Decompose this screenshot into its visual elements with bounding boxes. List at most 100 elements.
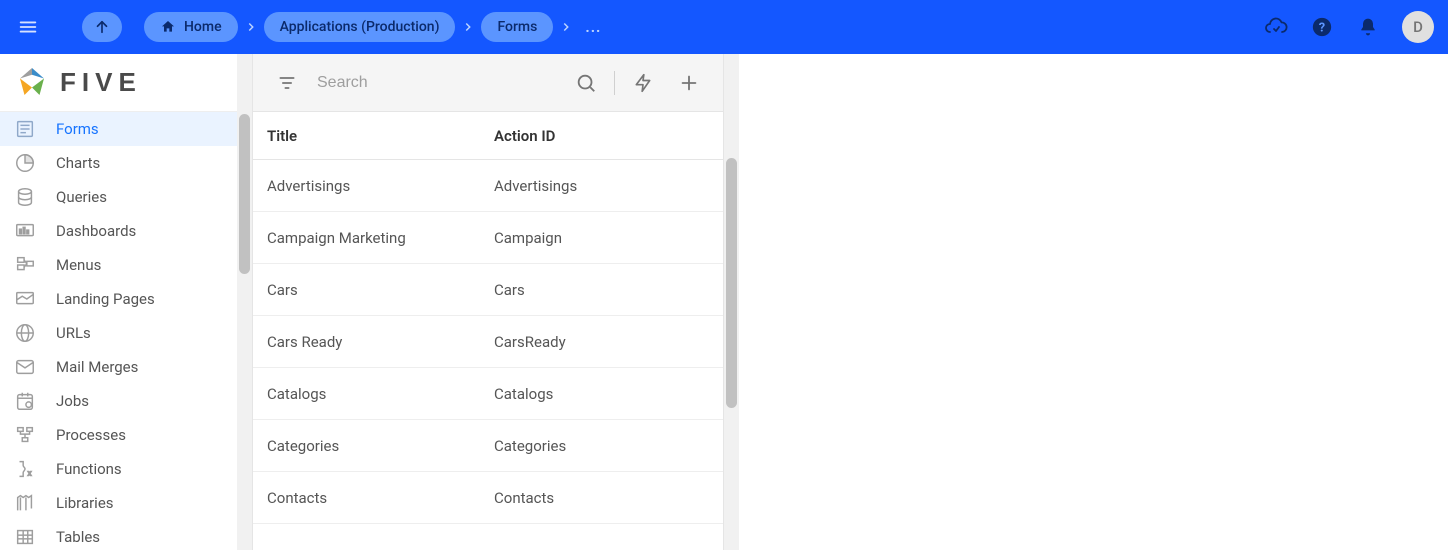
cell-title: Catalogs	[253, 385, 480, 403]
chevron-right-icon	[461, 20, 475, 34]
sidebar-item-queries[interactable]: Queries	[0, 180, 237, 214]
sidebar-item-menus[interactable]: Menus	[0, 248, 237, 282]
sidebar-item-mail-merges[interactable]: Mail Merges	[0, 350, 237, 384]
avatar-initial: D	[1413, 18, 1423, 36]
body: FIVE Forms Charts Queries Dashboards Menus La…	[0, 54, 1448, 550]
table-row[interactable]: CatalogsCatalogs	[253, 368, 723, 420]
quick-action-button[interactable]	[623, 63, 663, 103]
cell-action-id: Advertisings	[480, 177, 723, 195]
cell-title: Contacts	[253, 489, 480, 507]
breadcrumb-label: Applications (Production)	[280, 19, 440, 35]
table-row[interactable]: CategoriesCategories	[253, 420, 723, 472]
sidebar-item-charts[interactable]: Charts	[0, 146, 237, 180]
list-panel: Title Action ID AdvertisingsAdvertisings…	[253, 54, 739, 550]
plus-icon	[678, 72, 700, 94]
search-button[interactable]	[566, 63, 606, 103]
panel-scrollbar[interactable]	[724, 54, 739, 550]
nav-list: Forms Charts Queries Dashboards Menus Landing…	[0, 112, 237, 550]
breadcrumb-label: Home	[184, 19, 222, 35]
nav-item-label: URLs	[56, 324, 91, 342]
detail-area	[739, 54, 1448, 550]
cell-action-id: Campaign	[480, 229, 723, 247]
table-row[interactable]: Campaign MarketingCampaign	[253, 212, 723, 264]
user-avatar[interactable]: D	[1402, 11, 1434, 43]
nav-item-label: Menus	[56, 256, 101, 274]
sidebar-item-urls[interactable]: URLs	[0, 316, 237, 350]
sidebar-item-tables[interactable]: Tables	[0, 520, 237, 550]
table-row[interactable]: AdvertisingsAdvertisings	[253, 160, 723, 212]
nav-item-label: Jobs	[56, 392, 89, 410]
nav-item-icon	[12, 490, 38, 516]
sidebar: FIVE Forms Charts Queries Dashboards Menus La…	[0, 54, 253, 550]
sidebar-item-processes[interactable]: Processes	[0, 418, 237, 452]
cell-title: Categories	[253, 437, 480, 455]
cell-title: Cars	[253, 281, 480, 299]
nav-item-icon	[12, 116, 38, 142]
cell-action-id: Contacts	[480, 489, 723, 507]
table-row[interactable]: Cars ReadyCarsReady	[253, 316, 723, 368]
nav-item-icon	[12, 184, 38, 210]
filter-button[interactable]	[267, 63, 307, 103]
breadcrumb-label: Forms	[497, 19, 537, 35]
cloud-sync-icon[interactable]	[1256, 7, 1296, 47]
nav-item-label: Functions	[56, 460, 122, 478]
bell-icon[interactable]	[1348, 7, 1388, 47]
cell-title: Advertisings	[253, 177, 480, 195]
nav-item-icon	[12, 286, 38, 312]
nav-item-label: Queries	[56, 188, 107, 206]
nav-item-label: Libraries	[56, 494, 114, 512]
table-row[interactable]: ContactsContacts	[253, 472, 723, 524]
breadcrumb-home[interactable]: Home	[144, 12, 238, 42]
cell-title: Campaign Marketing	[253, 229, 480, 247]
svg-text:x: x	[28, 468, 32, 477]
nav-item-icon	[12, 150, 38, 176]
nav-item-label: Processes	[56, 426, 126, 444]
lightning-icon	[633, 73, 653, 93]
cell-action-id: Catalogs	[480, 385, 723, 403]
sidebar-item-dashboards[interactable]: Dashboards	[0, 214, 237, 248]
panel-toolbar	[253, 54, 723, 112]
nav-item-icon	[12, 388, 38, 414]
column-header-title[interactable]: Title	[253, 127, 480, 145]
cell-action-id: Categories	[480, 437, 723, 455]
nav-up-button[interactable]	[82, 12, 122, 42]
nav-item-icon	[12, 320, 38, 346]
sidebar-item-functions[interactable]: x Functions	[0, 452, 237, 486]
logo-text: FIVE	[60, 67, 142, 98]
nav-item-label: Dashboards	[56, 222, 136, 240]
table-row[interactable]: CarsCars	[253, 264, 723, 316]
search-input[interactable]	[313, 70, 560, 96]
cell-title: Cars Ready	[253, 333, 480, 351]
sidebar-item-landing-pages[interactable]: Landing Pages	[0, 282, 237, 316]
toolbar-divider	[614, 71, 615, 95]
sidebar-item-forms[interactable]: Forms	[0, 112, 237, 146]
logo: FIVE	[0, 54, 237, 112]
nav-item-label: Mail Merges	[56, 358, 138, 376]
help-icon[interactable]: ?	[1302, 7, 1342, 47]
home-icon	[160, 19, 176, 35]
logo-icon	[14, 65, 50, 101]
topbar: Home Applications (Production) Forms ...…	[0, 0, 1448, 54]
column-headers: Title Action ID	[253, 112, 723, 160]
nav-item-icon: x	[12, 456, 38, 482]
chevron-right-icon	[559, 20, 573, 34]
sidebar-item-jobs[interactable]: Jobs	[0, 384, 237, 418]
breadcrumb-applications[interactable]: Applications (Production)	[264, 12, 456, 42]
breadcrumb-forms[interactable]: Forms	[481, 12, 553, 42]
cell-action-id: CarsReady	[480, 333, 723, 351]
nav-item-label: Landing Pages	[56, 290, 155, 308]
breadcrumb-overflow[interactable]: ...	[579, 18, 607, 36]
column-header-action-id[interactable]: Action ID	[480, 127, 723, 145]
nav-item-label: Tables	[56, 528, 100, 546]
nav-item-icon	[12, 354, 38, 380]
nav-item-label: Forms	[56, 120, 99, 138]
search-icon	[575, 72, 597, 94]
sidebar-scrollbar[interactable]	[237, 54, 252, 550]
sidebar-item-libraries[interactable]: Libraries	[0, 486, 237, 520]
filter-icon	[277, 73, 297, 93]
hamburger-menu[interactable]	[14, 13, 42, 41]
add-button[interactable]	[669, 63, 709, 103]
cell-action-id: Cars	[480, 281, 723, 299]
nav-item-label: Charts	[56, 154, 100, 172]
nav-item-icon	[12, 252, 38, 278]
